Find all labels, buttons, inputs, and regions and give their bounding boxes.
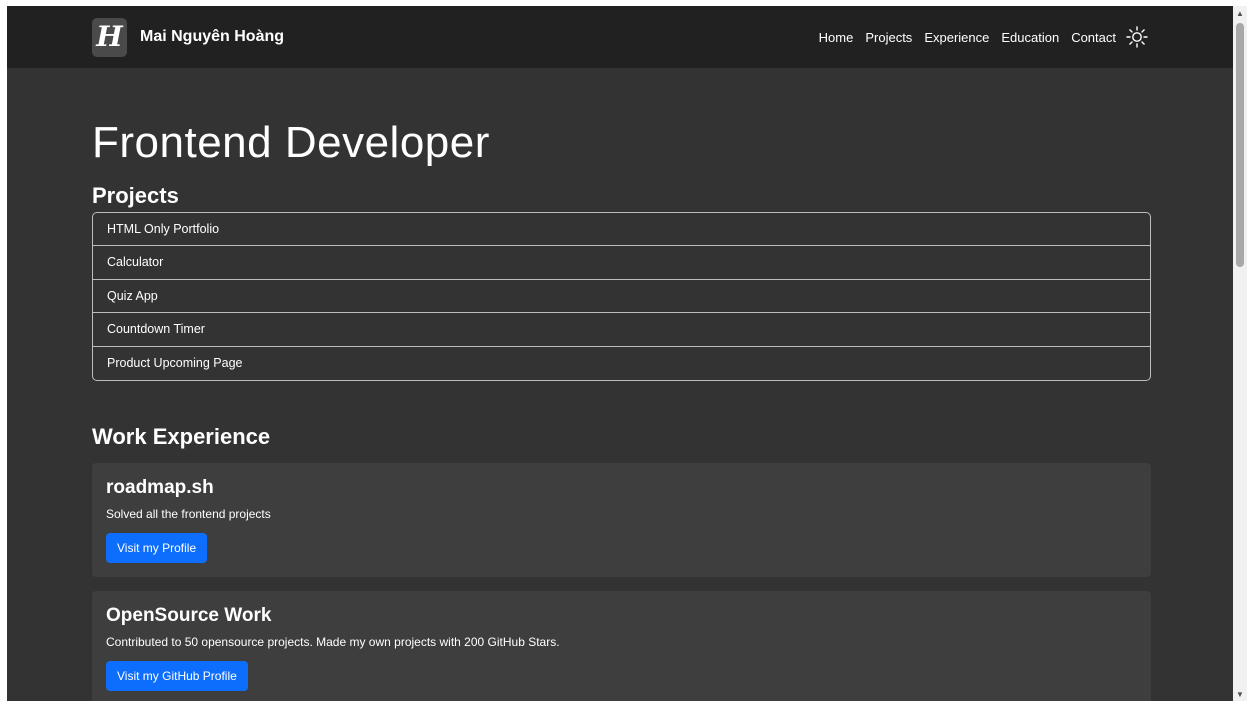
visit-github-profile-button[interactable]: Visit my GitHub Profile	[106, 660, 248, 691]
project-list: HTML Only Portfolio Calculator Quiz App …	[92, 212, 1151, 381]
project-item[interactable]: Countdown Timer	[93, 313, 1150, 347]
nav-experience-link[interactable]: Experience	[924, 30, 989, 45]
work-experience-title: Work Experience	[92, 423, 271, 449]
nav-links: Home Projects Experience Education Conta…	[807, 26, 1148, 48]
logo[interactable]: H	[92, 17, 127, 57]
nav-home-link[interactable]: Home	[819, 30, 854, 45]
projects-title: Projects	[92, 183, 179, 208]
scroll-up-arrow-icon[interactable]: ▲	[1233, 6, 1247, 20]
scroll-down-arrow-icon[interactable]: ▼	[1233, 687, 1247, 701]
work-card-title: OpenSource Work	[106, 604, 272, 626]
sun-icon[interactable]	[1126, 26, 1148, 48]
work-card-title: roadmap.sh	[106, 476, 214, 498]
work-card: OpenSource Work Contributed to 50 openso…	[92, 590, 1151, 701]
brand-name[interactable]: Mai Nguyên Hoàng	[140, 28, 284, 46]
visit-profile-button[interactable]: Visit my Profile	[106, 532, 208, 563]
brand[interactable]: H Mai Nguyên Hoàng	[92, 17, 284, 57]
nav-education-link[interactable]: Education	[1001, 30, 1059, 45]
work-card: roadmap.sh Solved all the frontend proje…	[92, 462, 1151, 577]
project-item[interactable]: Product Upcoming Page	[93, 347, 1150, 380]
scrollbar[interactable]: ▲ ▼	[1233, 6, 1247, 701]
work-card-description: Contributed to 50 opensource projects. M…	[106, 634, 560, 649]
page-viewport: H Mai Nguyên Hoàng Home Projects Experie…	[7, 6, 1233, 701]
project-item[interactable]: HTML Only Portfolio	[93, 213, 1150, 247]
scrollbar-thumb[interactable]	[1236, 23, 1244, 267]
hero-title: Frontend Developer	[92, 118, 490, 167]
project-item[interactable]: Quiz App	[93, 280, 1150, 314]
work-card-description: Solved all the frontend projects	[106, 506, 271, 521]
project-item[interactable]: Calculator	[93, 246, 1150, 280]
navbar: H Mai Nguyên Hoàng Home Projects Experie…	[7, 6, 1233, 68]
nav-contact-link[interactable]: Contact	[1071, 30, 1116, 45]
main-content: Frontend Developer Projects HTML Only Po…	[7, 68, 1233, 701]
nav-projects-link[interactable]: Projects	[865, 30, 912, 45]
